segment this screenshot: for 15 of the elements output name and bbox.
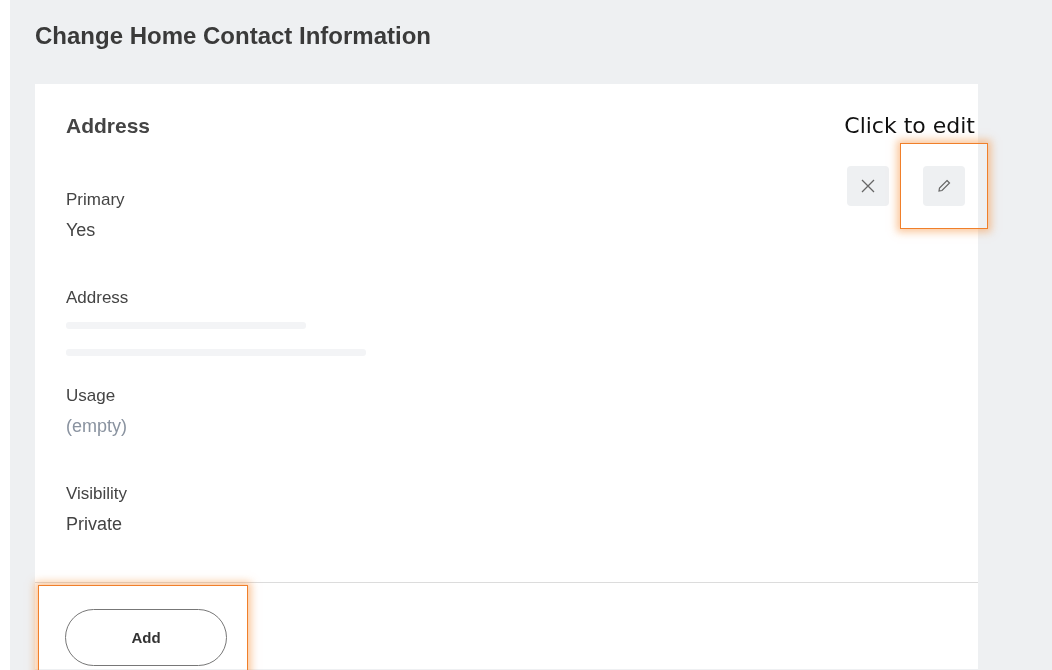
pencil-icon (936, 178, 952, 194)
edit-button[interactable] (923, 166, 965, 206)
field-value: Private (66, 514, 124, 535)
field-value: Yes (66, 220, 97, 241)
field-label: Visibility (66, 484, 128, 504)
remove-button[interactable] (847, 166, 889, 206)
field-label: Usage (66, 386, 117, 406)
field-label: Primary (66, 190, 125, 210)
section-title: Address (66, 114, 151, 138)
field-label: Address (66, 288, 130, 308)
add-button[interactable]: Add (65, 609, 227, 666)
close-icon (860, 178, 876, 194)
annotation-text: Click to edit (844, 113, 975, 138)
field-value: (empty) (66, 416, 127, 437)
page-title: Change Home Contact Information (35, 22, 432, 50)
